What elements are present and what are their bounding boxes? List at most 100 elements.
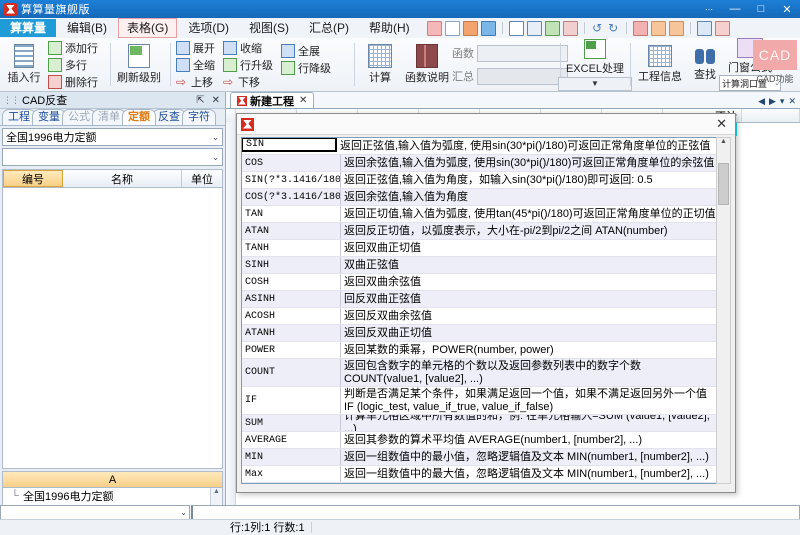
menu-brand[interactable]: 算算量 <box>0 19 56 37</box>
redo-icon[interactable]: ↻ <box>607 22 620 35</box>
row-down-level-button[interactable]: 行降级 <box>281 60 331 76</box>
undo-icon[interactable]: ↺ <box>591 22 604 35</box>
panel-tab-char[interactable]: 字符 <box>182 109 216 125</box>
function-row[interactable]: MIN返回一组数值中的最小值，忽略逻辑值及文本 MIN(number1, [nu… <box>242 449 719 466</box>
panel-icon[interactable] <box>715 21 730 36</box>
maximize-button[interactable]: □ <box>748 0 774 18</box>
dialog-close-button[interactable]: ✕ <box>716 116 727 132</box>
scroll-thumb[interactable] <box>718 163 729 205</box>
quota-grid-body[interactable] <box>2 188 223 469</box>
save-icon[interactable] <box>481 21 496 36</box>
function-list[interactable]: SIN返回正弦值,输入值为弧度, 使用sin(30*pi()/180)可返回正常… <box>241 137 720 484</box>
function-row[interactable]: TANH返回双曲正切值 <box>242 240 719 257</box>
nav-menu-icon[interactable]: ▾ <box>780 96 785 107</box>
nav-prev-icon[interactable]: ◀ <box>758 96 765 107</box>
menu-item-help[interactable]: 帮助(H) <box>360 19 419 37</box>
close-button[interactable]: ✕ <box>774 0 800 18</box>
menu-item-summary[interactable]: 汇总(P) <box>300 19 358 37</box>
function-row[interactable]: ROW返回一个引用的行号 ROW(reference),返回一个引用的列号可以用… <box>242 483 719 484</box>
calculate-button[interactable]: 计算 <box>360 44 400 85</box>
panel-tab-reverse[interactable]: 反查 <box>152 109 186 125</box>
expand-button[interactable]: 展开 <box>176 40 215 56</box>
panel-tab-project[interactable]: 工程 <box>2 109 36 125</box>
function-row[interactable]: ASINH回反双曲正弦值 <box>242 291 719 308</box>
panel-close-button[interactable]: ✕ <box>212 95 220 106</box>
document-tab-new-project[interactable]: 新建工程 ✕ <box>230 92 314 108</box>
function-row[interactable]: SIN返回正弦值,输入值为弧度, 使用sin(30*pi()/180)可返回正常… <box>242 138 719 155</box>
window-split-icon[interactable] <box>651 21 666 36</box>
function-row[interactable]: ATANH返回反双曲正切值 <box>242 325 719 342</box>
move-up-button[interactable]: ⇨ 上移 <box>176 74 215 90</box>
function-list-scrollbar[interactable]: ▲ <box>716 137 731 484</box>
function-row[interactable]: TAN返回正切值,输入值为弧度, 使用tan(45*pi()/180)可返回正常… <box>242 206 719 223</box>
document-tab-close-icon[interactable]: ✕ <box>299 95 307 106</box>
function-desc-button[interactable]: 函数说明 <box>404 44 450 85</box>
nav-next-icon[interactable]: ▶ <box>769 96 776 107</box>
function-row[interactable]: ACOSH返回反双曲余弦值 <box>242 308 719 325</box>
collapse-button[interactable]: 收缩 <box>223 40 273 56</box>
print-icon[interactable] <box>545 21 560 36</box>
column-header-code[interactable]: 编号 <box>3 170 63 187</box>
insert-row-button[interactable]: 插入行 <box>4 44 44 85</box>
function-row[interactable]: SUM计算单元格区域中所有数值的和，例: 在单元格输入=SUM (value1,… <box>242 415 719 432</box>
name-box[interactable]: ⌄ <box>0 505 190 520</box>
excel-process-button[interactable]: EXCEL处理 ▼ <box>566 39 624 91</box>
project-info-button[interactable]: 工程信息 <box>636 45 684 84</box>
excel-dropdown-button[interactable]: ▼ <box>558 77 632 91</box>
new-sheet-icon[interactable] <box>509 21 524 36</box>
function-row[interactable]: SIN(?*3.1416/180)返回正弦值,输入值为角度，如输入sin(30*… <box>242 172 719 189</box>
column-header-name[interactable]: 名称 <box>63 170 182 187</box>
function-row[interactable]: IF判断是否满足某个条件，如果满足返回一个值，如果不满足返回另外一个值 IF (… <box>242 387 719 415</box>
function-combo-box[interactable] <box>477 45 568 62</box>
menu-item-table[interactable]: 表格(G) <box>118 18 177 38</box>
panel-tab-formula[interactable]: 公式 <box>62 109 96 125</box>
column-header-unit[interactable]: 单位 <box>182 170 222 187</box>
new-doc-icon[interactable] <box>445 21 460 36</box>
menu-item-edit[interactable]: 编辑(B) <box>58 19 116 37</box>
minimize-button[interactable]: — <box>722 0 748 18</box>
zoom-icon[interactable] <box>697 21 712 36</box>
multi-row-button[interactable]: 多行 <box>48 57 98 73</box>
export-icon[interactable] <box>633 21 648 36</box>
quota-library-combo[interactable]: 全国1996电力定额 ⌄ <box>2 128 223 146</box>
menu-item-view[interactable]: 视图(S) <box>240 19 298 37</box>
function-row[interactable]: COSH返回双曲余弦值 <box>242 274 719 291</box>
panel-tab-quota[interactable]: 定额 <box>122 109 156 125</box>
tree-row-root[interactable]: └ 全国1996电力定额 <box>3 488 222 503</box>
function-row[interactable]: COUNT返回包含数字的单元格的个数以及返回参数列表中的数字个数 COUNT(v… <box>242 359 719 387</box>
function-combo[interactable]: 函数 <box>452 45 568 62</box>
nav-close-icon[interactable]: ✕ <box>788 96 796 107</box>
function-row[interactable]: POWER返回某数的乘幂，POWER(number, power) <box>242 342 719 359</box>
open-folder-icon[interactable] <box>463 21 478 36</box>
cad-function-button[interactable]: CAD CAD功能 <box>752 40 798 89</box>
calc-sheet-icon[interactable] <box>527 21 542 36</box>
formula-input[interactable] <box>191 505 800 520</box>
restore-button[interactable]: ⋯ <box>696 0 722 18</box>
move-down-button[interactable]: ⇨ 下移 <box>223 74 273 90</box>
tree-column-header[interactable]: A <box>2 471 223 488</box>
panel-pin-button[interactable]: ⇱ <box>196 95 204 106</box>
function-row[interactable]: SINH双曲正弦值 <box>242 257 719 274</box>
table-icon[interactable] <box>563 21 578 36</box>
function-row[interactable]: COS返回余弦值,输入值为弧度, 使用sin(30*pi()/180)可返回正常… <box>242 155 719 172</box>
panel-tab-variable[interactable]: 变量 <box>32 109 66 125</box>
function-row[interactable]: ATAN返回反正切值，以弧度表示，大小在-pi/2到pi/2之间 ATAN(nu… <box>242 223 719 240</box>
function-row[interactable]: Max返回一组数值中的最大值，忽略逻辑值及文本 MIN(number1, [nu… <box>242 466 719 483</box>
summary-combo[interactable]: 汇总 <box>452 68 568 85</box>
info-icon[interactable] <box>427 21 442 36</box>
collapse-all-button[interactable]: 全缩 <box>176 57 215 73</box>
expand-all-button[interactable]: 全展 <box>281 43 331 59</box>
panel-tab-list[interactable]: 清单 <box>92 109 126 125</box>
refresh-level-button[interactable]: 刷新级别 <box>114 44 164 85</box>
scroll-up-icon[interactable]: ▲ <box>717 138 730 150</box>
find-button[interactable]: 查找 <box>688 47 722 82</box>
row-up-level-button[interactable]: 行升级 <box>223 57 273 73</box>
quota-chapter-combo[interactable]: ⌄ <box>2 148 223 166</box>
add-row-button[interactable]: 添加行 <box>48 40 98 56</box>
function-row[interactable]: COS(?*3.1416/180)返回余弦值,输入值为角度 <box>242 189 719 206</box>
window-tile-icon[interactable] <box>669 21 684 36</box>
menu-item-options[interactable]: 选项(D) <box>179 19 238 37</box>
tree-scroll-up-icon[interactable]: ▲ <box>213 488 220 495</box>
function-row[interactable]: AVERAGE返回其参数的算术平均值 AVERAGE(number1, [num… <box>242 432 719 449</box>
delete-row-button[interactable]: 删除行 <box>48 74 98 90</box>
